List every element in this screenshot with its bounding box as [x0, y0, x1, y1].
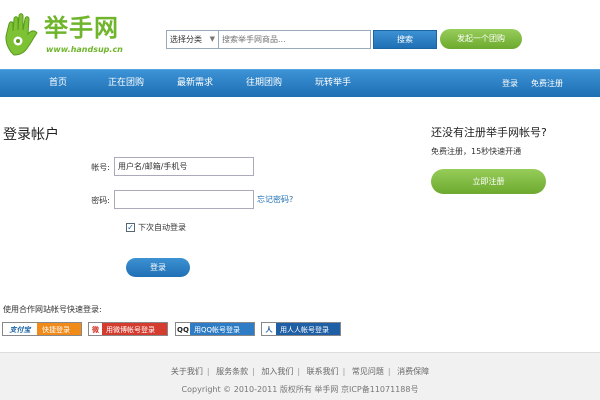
- footer-separator: |: [297, 367, 301, 376]
- register-button[interactable]: 立即注册: [431, 169, 546, 194]
- footer-separator: |: [342, 367, 346, 376]
- nav-item-latest-demand[interactable]: 最新需求: [177, 70, 213, 98]
- alipay-icon: 支付宝: [3, 323, 37, 335]
- site-logo[interactable]: 举手网 www.handsup.cn: [2, 12, 132, 56]
- footer-link-guarantee[interactable]: 消费保障: [395, 367, 431, 376]
- qq-login-label: 用QQ帐号登录: [194, 326, 241, 334]
- renren-login-label: 用人人帐号登录: [280, 326, 329, 334]
- partners-title: 使用合作网站帐号快速登录:: [3, 305, 102, 314]
- footer-separator: |: [387, 367, 391, 376]
- footer-separator: |: [252, 367, 255, 376]
- nav-item-explore[interactable]: 玩转举手: [315, 70, 351, 98]
- footer-link-contact[interactable]: 联系我们: [305, 367, 341, 376]
- weibo-icon: 微: [89, 323, 102, 335]
- forgot-password-link[interactable]: 忘记密码?: [257, 194, 293, 205]
- qq-icon: QQ: [176, 323, 190, 335]
- header: 举手网 www.handsup.cn 选择分类 ▼ 搜索 发起一个团购: [0, 0, 600, 68]
- login-button[interactable]: 登录: [126, 258, 190, 277]
- qq-login-button[interactable]: QQ 用QQ帐号登录: [175, 322, 255, 336]
- nav-item-ongoing[interactable]: 正在团购: [108, 70, 144, 98]
- footer-links: 关于我们 | 服务条款 | 加入我们 | 联系我们 | 常见问题 | 消费保障: [0, 366, 600, 377]
- password-input[interactable]: [114, 190, 254, 209]
- hand-logo-icon: [5, 13, 38, 56]
- main-nav: 首页 正在团购 最新需求 往期团购 玩转举手 登录 免费注册: [0, 69, 600, 97]
- alipay-login-label: 快捷登录: [42, 326, 70, 334]
- nav-register-link[interactable]: 免费注册: [531, 70, 563, 98]
- renren-icon: 人: [262, 323, 276, 335]
- register-subtitle: 免费注册，15秒快速开通: [431, 147, 522, 156]
- footer-separator: |: [206, 367, 210, 376]
- site-name: 举手网: [44, 14, 119, 42]
- login-title: 登录帐户: [3, 127, 59, 143]
- register-title: 还没有注册举手网帐号?: [431, 126, 547, 139]
- footer-link-join[interactable]: 加入我们: [259, 367, 295, 376]
- site-url: www.handsup.cn: [46, 45, 123, 54]
- account-input[interactable]: [114, 157, 254, 176]
- category-select[interactable]: 选择分类 ▼: [166, 30, 219, 49]
- footer-link-terms[interactable]: 服务条款: [214, 367, 250, 376]
- nav-item-past-groups[interactable]: 往期团购: [246, 70, 282, 98]
- renren-login-button[interactable]: 人 用人人帐号登录: [261, 322, 341, 336]
- search-input[interactable]: [219, 30, 371, 49]
- remember-checkbox[interactable]: ✓: [126, 223, 135, 232]
- alipay-login-button[interactable]: 支付宝 快捷登录: [2, 322, 82, 336]
- weibo-login-button[interactable]: 微 用微博帐号登录: [88, 322, 168, 336]
- weibo-login-label: 用微博帐号登录: [106, 326, 155, 334]
- footer-link-faq[interactable]: 常见问题: [350, 367, 386, 376]
- nav-item-home[interactable]: 首页: [49, 70, 67, 98]
- footer-link-about[interactable]: 关于我们: [169, 367, 205, 376]
- start-group-button[interactable]: 发起一个团购: [440, 29, 522, 49]
- copyright: Copyright © 2010-2011 版权所有 举手网 京ICP备1107…: [181, 385, 419, 394]
- remember-label: 下次自动登录: [138, 223, 186, 232]
- search-button[interactable]: 搜索: [373, 30, 437, 49]
- account-label: 帐号:: [91, 163, 110, 172]
- chevron-down-icon: ▼: [209, 35, 215, 43]
- category-select-label: 选择分类: [170, 35, 202, 44]
- password-label: 密码:: [91, 196, 110, 205]
- nav-login-link[interactable]: 登录: [502, 70, 518, 98]
